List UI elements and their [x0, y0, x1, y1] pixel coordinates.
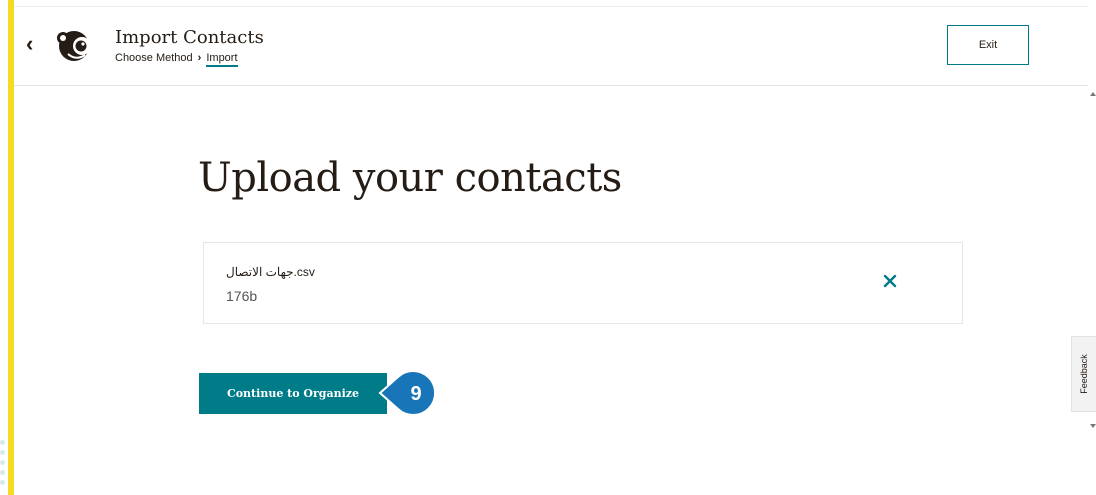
chevron-left-icon[interactable]: ‹ [26, 33, 33, 55]
file-name: جهات الاتصال.csv [226, 265, 315, 279]
breadcrumb-import: Import [206, 52, 238, 67]
mailchimp-logo-icon [57, 31, 91, 61]
file-size: 176b [226, 288, 258, 304]
scroll-down-arrow-icon[interactable] [1090, 424, 1096, 428]
scroll-up-arrow-icon[interactable] [1090, 92, 1096, 96]
continue-to-organize-button[interactable]: Continue to Organize [199, 373, 387, 414]
breadcrumb: Choose Method › Import [115, 52, 238, 67]
breadcrumb-separator: › [197, 52, 202, 64]
page-header: ‹ Import Contacts Choose Method › Import E… [14, 6, 1088, 86]
feedback-label: Feedback [1079, 354, 1089, 394]
page-title: Import Contacts [115, 27, 264, 48]
breadcrumb-choose-method[interactable]: Choose Method [115, 52, 193, 64]
step-number-callout: 9 [378, 370, 437, 416]
step-number: 9 [410, 383, 421, 405]
exit-button[interactable]: Exit [947, 25, 1029, 65]
close-icon[interactable] [880, 271, 900, 291]
decorative-dots [0, 440, 8, 490]
feedback-tab[interactable]: Feedback [1071, 336, 1096, 412]
uploaded-file-card: جهات الاتصال.csv 176b [203, 242, 963, 324]
upload-heading: Upload your contacts [198, 155, 622, 201]
